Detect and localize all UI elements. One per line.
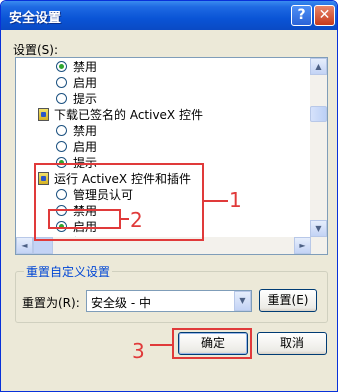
cancel-button[interactable]: 取消 xyxy=(257,332,327,355)
chevron-down-icon[interactable]: ▼ xyxy=(234,291,251,311)
reset-button[interactable]: 重置(E) xyxy=(259,289,317,312)
radio-unchecked-icon[interactable] xyxy=(56,141,67,152)
help-button[interactable]: ? xyxy=(291,5,312,26)
settings-page-icon xyxy=(38,108,49,121)
security-level-value: 安全级 - 中 xyxy=(91,296,151,310)
vertical-scrollbar[interactable]: ▲ ▼ xyxy=(310,58,327,254)
window-title: 安全设置 xyxy=(9,11,62,26)
reset-custom-settings-group: 重置自定义设置 重置为(R): 安全级 - 中 ▼ 重置(E) xyxy=(15,263,328,323)
scroll-thumb[interactable] xyxy=(310,106,327,122)
annotation-line-3 xyxy=(150,344,172,346)
annotation-box-activex xyxy=(34,163,204,241)
radio-unchecked-icon[interactable] xyxy=(56,125,67,136)
radio-label: 禁用 xyxy=(73,124,98,138)
settings-label: 设置(S): xyxy=(13,43,59,57)
annotation-number-1: 1 xyxy=(229,188,242,212)
security-level-dropdown[interactable]: 安全级 - 中 ▼ xyxy=(86,290,252,312)
title-bar: 安全设置 ? ✕ xyxy=(1,1,337,30)
annotation-line-1 xyxy=(204,200,228,202)
close-button[interactable]: ✕ xyxy=(314,5,335,26)
radio-label: 禁用 xyxy=(73,60,98,74)
ok-button[interactable]: 确定 xyxy=(178,332,248,355)
group-title: 重置自定义设置 xyxy=(24,263,113,280)
radio-label: 启用 xyxy=(73,140,98,154)
annotation-line-2 xyxy=(121,218,129,220)
scroll-down-button[interactable]: ▼ xyxy=(310,220,327,237)
radio-checked-icon[interactable] xyxy=(56,61,67,72)
radio-label: 提示 xyxy=(73,92,98,106)
scroll-right-button[interactable]: ► xyxy=(294,237,311,254)
security-settings-dialog: 安全设置 ? ✕ 设置(S): 禁用 启用 提示 下载已签名的 ActiveX 控件禁… xyxy=(0,0,338,392)
scroll-left-button[interactable]: ◄ xyxy=(16,237,33,254)
annotation-number-3: 3 xyxy=(132,339,145,363)
annotation-number-2: 2 xyxy=(130,208,143,232)
radio-unchecked-icon[interactable] xyxy=(56,77,67,88)
annotation-box-enable xyxy=(48,209,121,229)
radio-unchecked-icon[interactable] xyxy=(56,93,67,104)
scroll-up-button[interactable]: ▲ xyxy=(310,58,327,75)
reset-to-label: 重置为(R): xyxy=(22,296,80,310)
radio-label: 启用 xyxy=(73,76,98,90)
group-label: 下载已签名的 ActiveX 控件 xyxy=(54,108,203,122)
